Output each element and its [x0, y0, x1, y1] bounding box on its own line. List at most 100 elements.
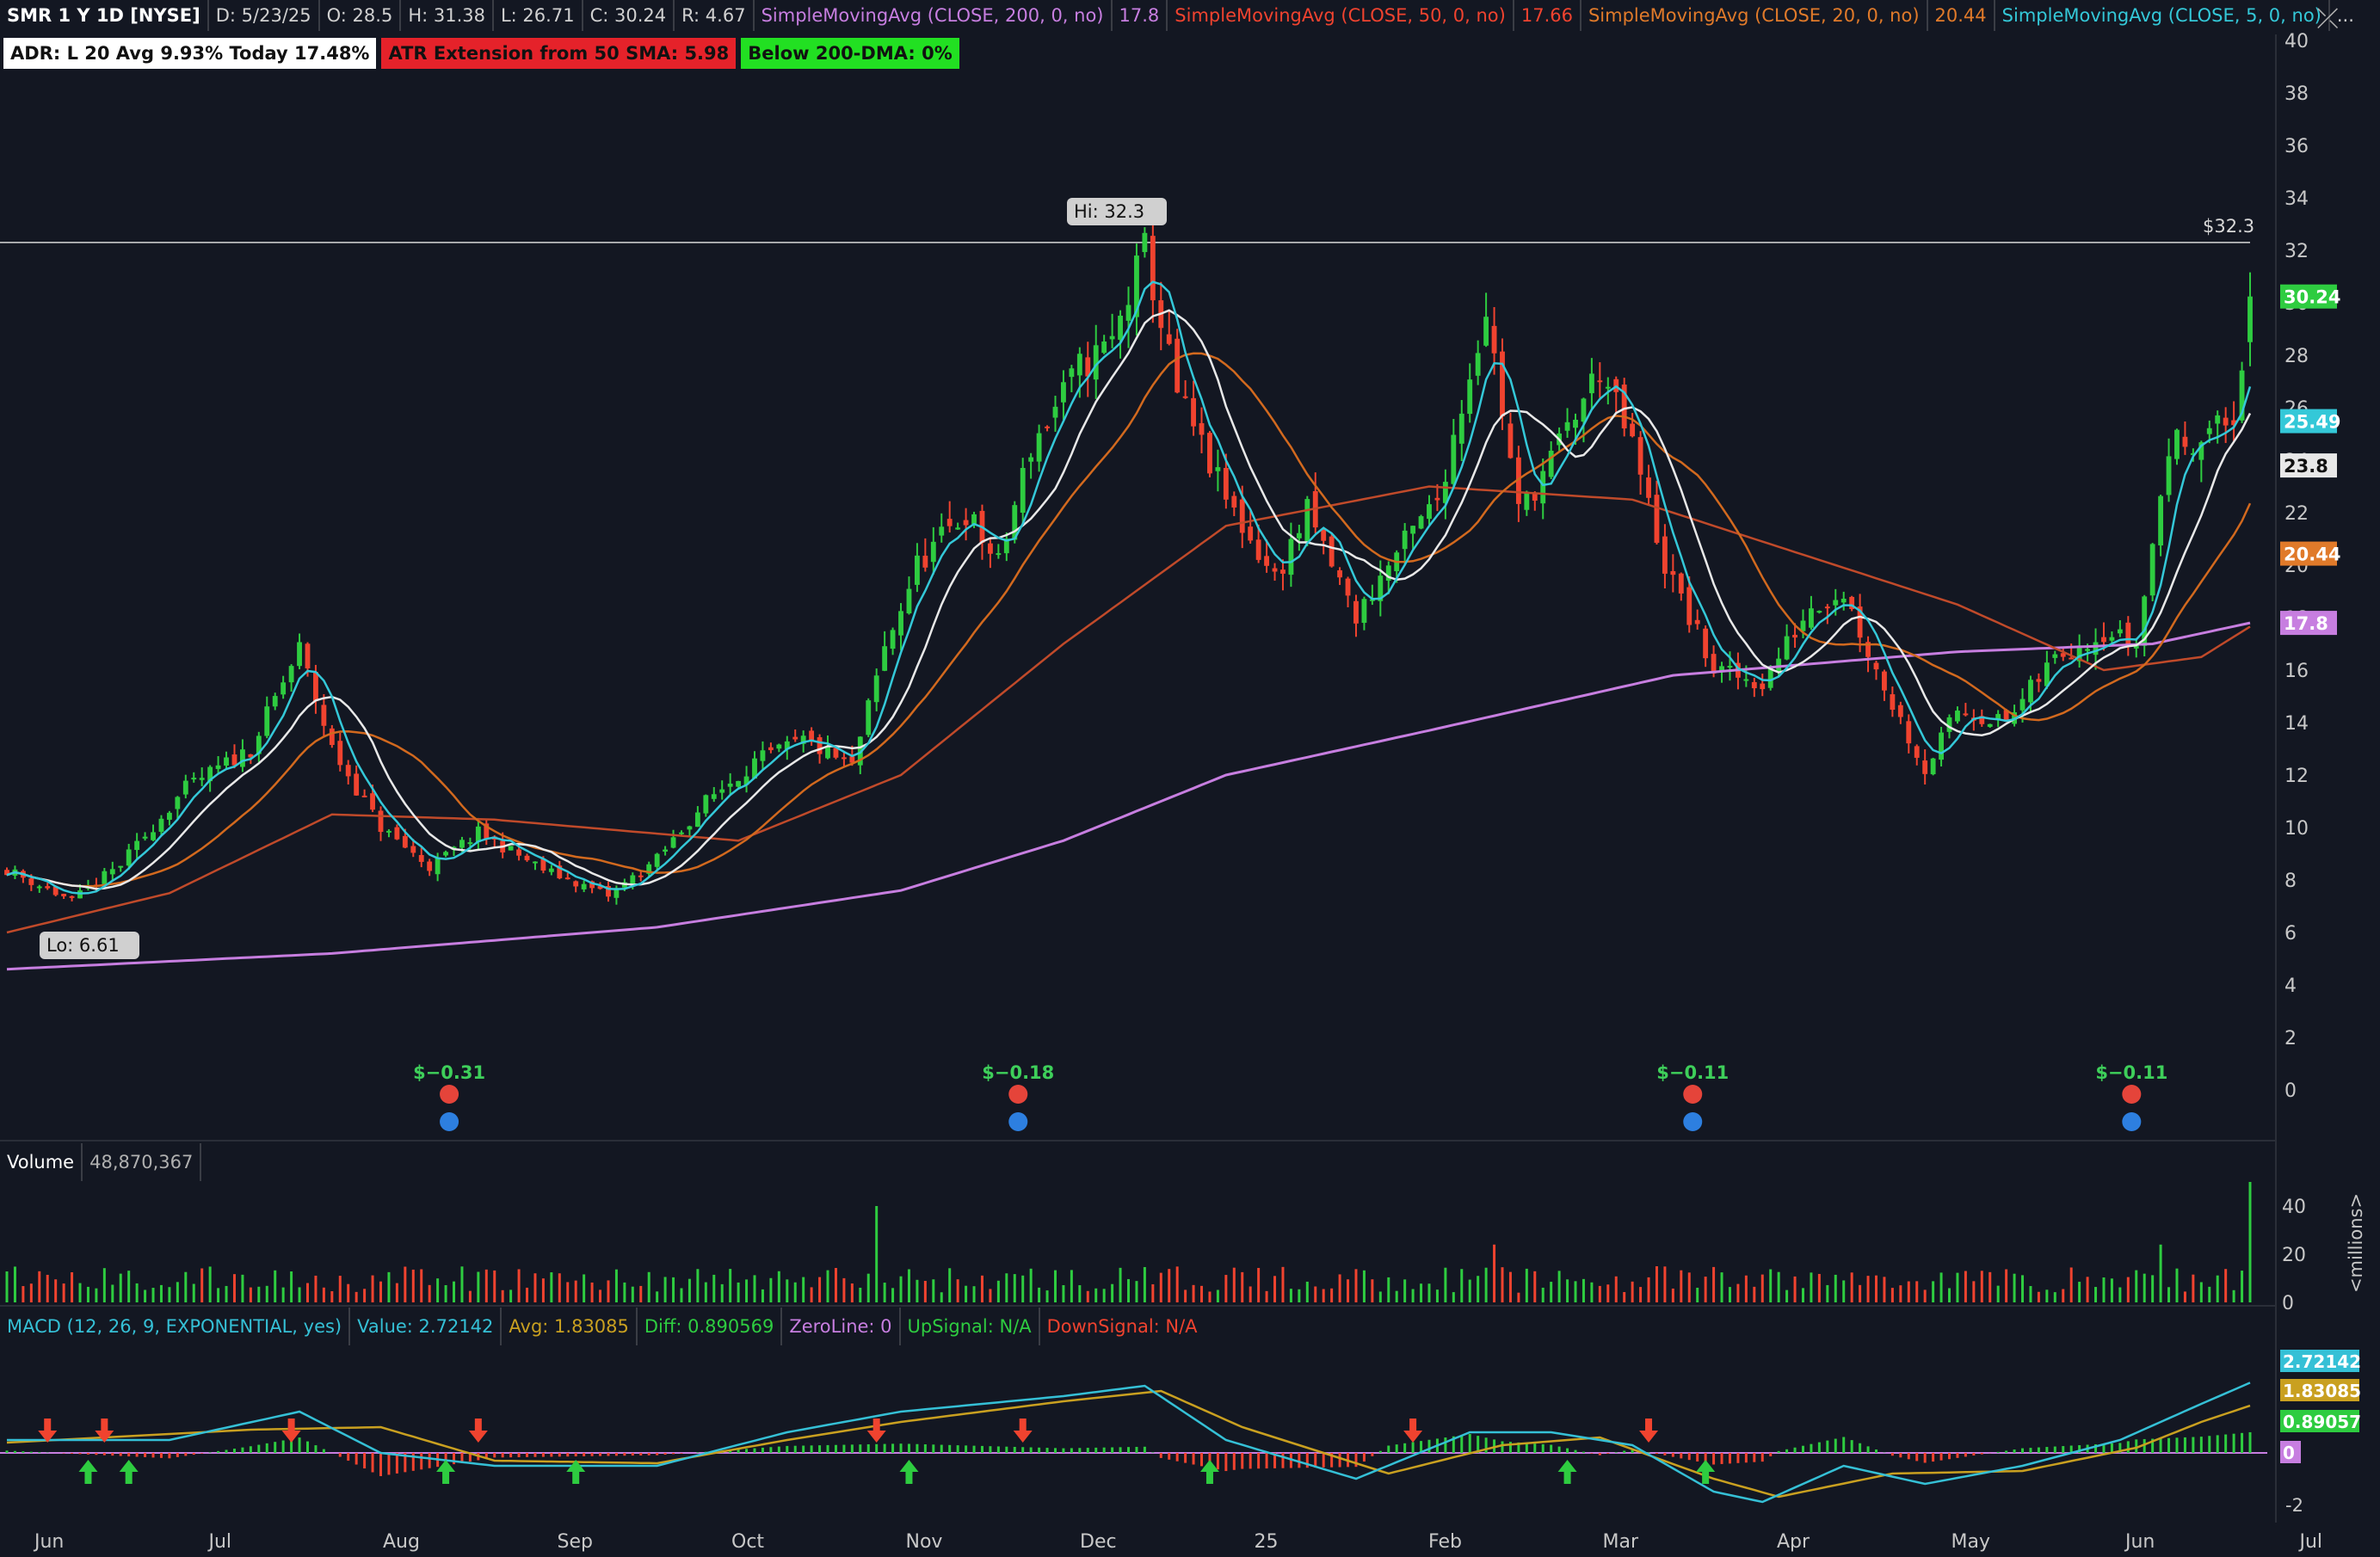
date-label: D: 5/23/25	[209, 0, 320, 31]
macd-hist-bar	[1168, 1453, 1171, 1460]
volume-bar	[704, 1282, 707, 1302]
volume-bar	[1078, 1285, 1082, 1302]
candle-body	[638, 875, 644, 877]
volume-bar	[1736, 1283, 1740, 1302]
macd-hist-bar	[1923, 1453, 1927, 1463]
macd-hist-bar	[1769, 1453, 1773, 1456]
macd-label[interactable]: MACD (12, 26, 9, EXPONENTIAL, yes)	[0, 1308, 351, 1345]
candle-body	[866, 700, 872, 735]
dividend-icon[interactable]	[2122, 1112, 2142, 1131]
volume-bar	[590, 1282, 594, 1302]
volume-bar	[2151, 1275, 2155, 1302]
macd-hist-bar	[2159, 1438, 2162, 1453]
macd-hist-bar	[232, 1449, 236, 1453]
volume-bar	[119, 1273, 122, 1302]
month-tick-Jun: Jun	[2124, 1531, 2155, 1553]
macd-hist-bar	[1192, 1453, 1195, 1465]
volume-bar	[1484, 1267, 1488, 1302]
candle-body	[1028, 457, 1034, 462]
volume-bar	[1468, 1279, 1471, 1302]
candle-body	[1963, 713, 1969, 716]
macd-hist-bar	[22, 1451, 25, 1453]
earnings-value-3: $−0.11	[2095, 1062, 2167, 1083]
macd-hist-bar	[2021, 1448, 2025, 1453]
earnings-icon[interactable]	[1008, 1085, 1028, 1104]
earnings-icon[interactable]	[440, 1085, 459, 1104]
macd-hist-bar	[1996, 1451, 2000, 1453]
dividend-icon[interactable]	[440, 1112, 459, 1131]
earnings-icon[interactable]	[1683, 1085, 1703, 1104]
volume-bar	[1859, 1284, 1862, 1302]
sma5-label[interactable]: SimpleMovingAvg (CLOSE, 5, 0, no)	[1995, 0, 2330, 31]
sma200-label[interactable]: SimpleMovingAvg (CLOSE, 200, 0, no)	[755, 0, 1113, 31]
volume-tick-20: 20	[2282, 1245, 2306, 1266]
volume-bar	[1590, 1282, 1594, 1302]
earnings-icon[interactable]	[2122, 1085, 2142, 1104]
macd-hist-bar	[923, 1444, 927, 1453]
candle-body	[2085, 649, 2091, 651]
volume-bar	[541, 1278, 545, 1302]
volume-bar	[86, 1286, 89, 1302]
macd-hist-bar	[550, 1453, 553, 1457]
atr-badge: ATR Extension from 50 SMA: 5.98	[381, 38, 737, 69]
volume-bar	[1208, 1291, 1212, 1302]
macd-hist-bar	[151, 1453, 155, 1458]
volume-bar	[647, 1271, 650, 1302]
macd-hist-bar	[428, 1453, 431, 1468]
volume-bar	[135, 1283, 139, 1302]
candle-body	[45, 886, 51, 889]
volume-bar	[1842, 1280, 1846, 1302]
volume-bar	[2175, 1268, 2179, 1302]
candle-body	[297, 642, 302, 667]
candle-body	[768, 747, 774, 751]
volume-bar	[1427, 1283, 1431, 1302]
candle-body	[939, 526, 945, 536]
macd-hist-bar	[1712, 1453, 1716, 1465]
candle-body	[1703, 628, 1709, 659]
candle-body	[548, 868, 554, 872]
sma20-label[interactable]: SimpleMovingAvg (CLOSE, 20, 0, no)	[1582, 0, 1928, 31]
dividend-icon[interactable]	[1683, 1112, 1703, 1131]
earnings-value-1: $−0.18	[982, 1062, 1054, 1083]
symbol-label[interactable]: SMR 1 Y 1D [NYSE]	[0, 0, 209, 31]
volume-bar	[1135, 1281, 1138, 1302]
volume-unit-label: <millions>	[2346, 1193, 2366, 1293]
candle-body	[1581, 398, 1587, 422]
macd-hist-bar	[192, 1453, 195, 1455]
volume-bar	[1785, 1289, 1789, 1302]
volume-bar	[663, 1277, 667, 1302]
volume-label[interactable]: Volume	[0, 1143, 83, 1181]
macd-hist-bar	[2208, 1436, 2211, 1453]
close-panel-icon[interactable]: ⤫	[2316, 2, 2339, 35]
volume-bar	[786, 1279, 789, 1302]
candle-body	[215, 765, 221, 769]
volume-bar	[2192, 1274, 2195, 1302]
volume-bar	[453, 1281, 456, 1302]
month-tick-Oct: Oct	[731, 1531, 764, 1553]
sma20-value: 20.44	[1928, 0, 1995, 31]
volume-bar	[1801, 1288, 1804, 1302]
month-tick-May: May	[1951, 1531, 1990, 1553]
volume-bar	[1273, 1276, 1277, 1302]
volume-bar	[159, 1284, 163, 1302]
candle-body	[410, 846, 416, 853]
dividend-icon[interactable]	[1008, 1112, 1028, 1131]
sma50-label[interactable]: SimpleMovingAvg (CLOSE, 50, 0, no)	[1168, 0, 1514, 31]
candle-body	[1548, 450, 1554, 477]
candle-body	[1816, 611, 1822, 613]
macd-hist-bar	[208, 1452, 212, 1453]
earnings-value-2: $−0.11	[1656, 1062, 1729, 1083]
volume-bar	[866, 1273, 870, 1302]
buy-arrow-icon	[566, 1460, 586, 1484]
hi-callout: Hi: 32.3	[1067, 198, 1167, 225]
macd-hist-bar	[1801, 1445, 1804, 1453]
macd-hist-bar	[1013, 1446, 1016, 1453]
volume-bar	[1493, 1244, 1496, 1302]
macd-hist-bar	[1387, 1445, 1390, 1453]
candle-body	[1670, 570, 1676, 575]
month-tick-Jul: Jul	[207, 1531, 232, 1553]
candle-body	[2069, 657, 2075, 660]
candle-body	[102, 871, 108, 884]
candle-body	[2125, 622, 2131, 645]
macd-hist-bar	[249, 1446, 252, 1453]
